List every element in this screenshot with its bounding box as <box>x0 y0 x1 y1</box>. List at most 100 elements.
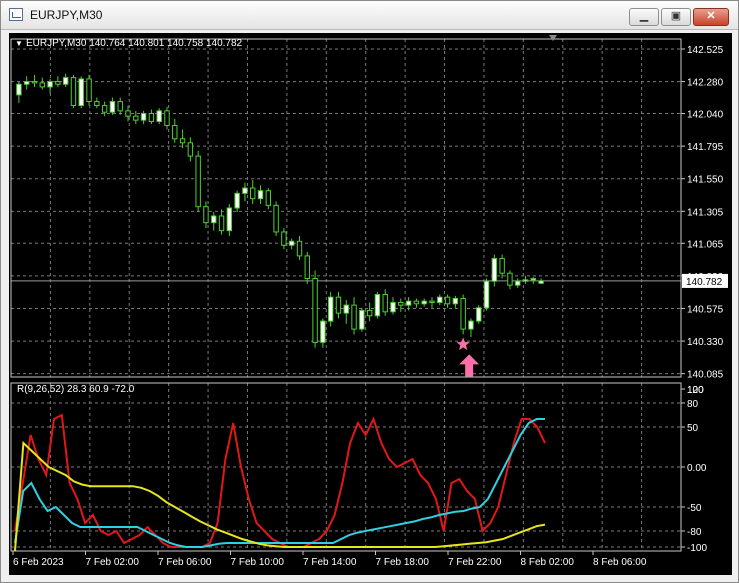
candle-body <box>296 240 303 257</box>
candle-body <box>530 278 537 281</box>
maximize-button[interactable]: ▣ <box>661 8 691 26</box>
indicator-lines <box>14 413 546 552</box>
candle-body <box>273 204 279 233</box>
candle-body <box>23 81 30 85</box>
indicator-tick-label: -100 <box>687 543 707 554</box>
candle-body <box>374 293 381 317</box>
indicator-label: R(9,26,52) 28.3 60.9 -72.0 <box>17 384 135 395</box>
candle-body <box>304 255 310 280</box>
symbol-dropdown-icon[interactable]: ▼ <box>15 39 23 48</box>
candle-body <box>460 297 466 330</box>
candle-body <box>312 278 318 343</box>
candle-body <box>335 296 342 314</box>
candle-body <box>522 279 529 282</box>
candle-body <box>62 77 69 85</box>
indicator-tick-label: 50 <box>687 423 699 434</box>
close-button[interactable]: ✕ <box>693 8 729 26</box>
indicator-line-slow <box>14 440 546 552</box>
candle-body <box>250 187 256 200</box>
buy-signal-star-icon <box>456 337 470 351</box>
time-tick-label: 7 Feb 22:00 <box>448 557 502 568</box>
candle-body <box>156 110 162 123</box>
candle-body <box>101 105 108 113</box>
price-candles <box>11 73 681 377</box>
candle-body <box>78 78 84 107</box>
candle-body <box>405 300 412 306</box>
candle-body <box>499 258 505 274</box>
candle-body <box>94 101 100 107</box>
indicator-tick-label: 100 <box>687 385 704 396</box>
minimize-icon: ▁ <box>639 10 649 22</box>
candle-body <box>366 309 373 317</box>
price-tick-label: 141.550 <box>687 175 724 186</box>
candle-body <box>515 280 521 286</box>
candle-body <box>70 77 77 107</box>
indicator-tick-label: 80 <box>687 399 699 410</box>
candle-body <box>187 142 194 157</box>
close-icon: ✕ <box>706 10 716 22</box>
price-tick-label: 142.040 <box>687 110 724 121</box>
chart-area[interactable]: 142.525 142.280 142.040 141.795 141.550 141.3… <box>9 33 732 575</box>
candle-body <box>413 300 420 305</box>
price-tick-label: 141.065 <box>687 239 724 250</box>
price-tick-label: 141.795 <box>687 142 724 153</box>
buy-signal-arrow-icon <box>459 354 480 377</box>
candle-body <box>234 192 240 209</box>
price-tick-label: 140.575 <box>687 304 724 315</box>
candle-body <box>452 297 459 305</box>
maximize-icon: ▣ <box>670 10 682 22</box>
candle-body <box>226 207 233 232</box>
time-tick-label: 7 Feb 06:00 <box>158 557 212 568</box>
time-tick-label: 7 Feb 10:00 <box>231 557 285 568</box>
candle-body <box>86 78 92 103</box>
candle-body <box>437 296 443 303</box>
candle-body <box>133 115 139 121</box>
candle-body <box>265 190 272 206</box>
main-panel-border <box>10 38 682 378</box>
candle-body <box>109 101 116 113</box>
time-tick-label: 7 Feb 18:00 <box>376 557 430 568</box>
candle-body <box>351 304 357 330</box>
time-tick-label: 8 Feb 06:00 <box>593 557 647 568</box>
candle-body <box>398 301 404 306</box>
candle-body <box>390 301 396 313</box>
time-tick-label: 7 Feb 02:00 <box>86 557 140 568</box>
candle-body <box>242 187 248 194</box>
candle-body <box>538 280 544 284</box>
indicator-tick-label: -50 <box>687 503 702 514</box>
scroll-marker-icon <box>549 35 557 41</box>
chart-app-icon <box>9 8 23 21</box>
chart-svg[interactable]: 142.525 142.280 142.040 141.795 141.550 141.3… <box>9 33 732 575</box>
candle-body <box>476 307 482 322</box>
candle-body <box>55 81 61 85</box>
price-tick-label: 140.085 <box>687 370 724 381</box>
candle-body <box>164 110 170 126</box>
candle-body <box>288 240 295 246</box>
price-tick-label: 140.330 <box>687 337 724 348</box>
candle-body <box>148 113 155 123</box>
candle-body <box>359 309 365 330</box>
candle-body <box>468 320 474 330</box>
symbol-label: EURJPY,M30 <box>26 38 87 49</box>
indicator-tick-label: -80 <box>687 527 702 538</box>
time-tick-label: 7 Feb 14:00 <box>303 557 357 568</box>
candle-body <box>382 293 388 313</box>
minimize-button[interactable]: ▁ <box>629 8 659 26</box>
time-tick-label: 8 Feb 02:00 <box>521 557 575 568</box>
candle-body <box>257 190 264 200</box>
candle-body <box>31 81 38 84</box>
candle-body <box>421 300 427 305</box>
grid <box>11 39 681 551</box>
candle-body <box>507 272 513 286</box>
candle-body <box>195 155 201 208</box>
price-tick-label: 141.305 <box>687 207 724 218</box>
current-price-label: 140.782 <box>686 277 723 288</box>
ohlc-label: 140.764 140.801 140.758 140.782 <box>89 38 242 49</box>
title-bar[interactable]: EURJPY,M30 ▁ ▣ ✕ <box>1 1 738 30</box>
chart-header: EURJPY,M30 140.764 140.801 140.758 140.7… <box>26 38 243 49</box>
candle-body <box>320 320 326 343</box>
candle-body <box>444 296 451 305</box>
candle-body <box>218 215 225 232</box>
time-tick-label: 6 Feb 2023 <box>13 557 64 568</box>
candle-body <box>39 82 45 88</box>
